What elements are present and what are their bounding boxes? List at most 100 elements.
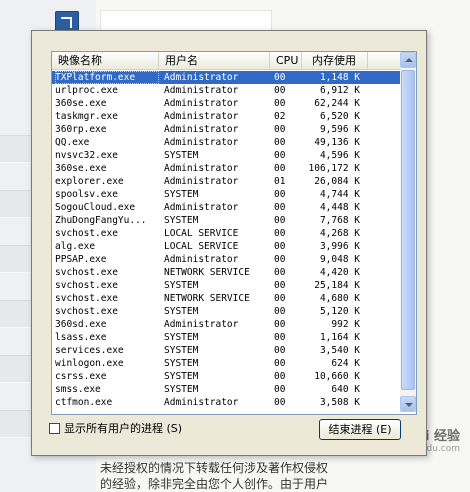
process-mem: 5,120 K: [319, 306, 360, 317]
process-cpu: 00: [274, 124, 286, 135]
process-row[interactable]: urlproc.exe Administrator 00 6,912 K: [52, 84, 400, 97]
process-cpu: 02: [274, 111, 286, 122]
process-cpu: 00: [274, 85, 286, 96]
process-row[interactable]: taskmgr.exe Administrator 02 6,520 K: [52, 110, 400, 123]
process-mem: 7,768 K: [319, 215, 360, 226]
process-mem: 1,148 K: [319, 72, 360, 83]
process-row[interactable]: csrss.exe SYSTEM 00 10,660 K: [52, 370, 400, 383]
process-row[interactable]: 360sd.exe Administrator 00 992 K: [52, 318, 400, 331]
process-mem: 4,596 K: [319, 150, 360, 161]
task-manager-window: 映像名称 用户名 CPU 内存使用 TXPlatform.exe Administ…: [31, 30, 427, 456]
process-row[interactable]: svchost.exe SYSTEM 00 25,184 K: [52, 279, 400, 292]
process-mem: 992 K: [331, 319, 360, 330]
process-name: csrss.exe: [55, 371, 107, 382]
process-user: LOCAL SERVICE: [164, 228, 239, 239]
show-all-users-option[interactable]: 显示所有用户的进程 (S): [49, 422, 182, 436]
process-cpu: 00: [274, 137, 286, 148]
process-row[interactable]: 360rp.exe Administrator 00 9,596 K: [52, 123, 400, 136]
process-cpu: 00: [274, 72, 286, 83]
process-name: svchost.exe: [55, 228, 118, 239]
process-cpu: 00: [274, 254, 286, 265]
process-row[interactable]: 360se.exe Administrator 00 62,244 K: [52, 97, 400, 110]
process-name: spoolsv.exe: [55, 189, 118, 200]
process-cpu: 00: [274, 371, 286, 382]
process-user: SYSTEM: [164, 345, 199, 356]
process-user: Administrator: [164, 319, 239, 330]
scroll-down-arrow-icon[interactable]: [400, 396, 416, 412]
process-row[interactable]: lsass.exe SYSTEM 00 1,164 K: [52, 331, 400, 344]
process-cpu: 01: [274, 176, 286, 187]
process-user: LOCAL SERVICE: [164, 241, 239, 252]
column-header-user-name[interactable]: 用户名: [159, 52, 270, 69]
process-user: Administrator: [164, 137, 239, 148]
process-mem: 624 K: [331, 358, 360, 369]
process-row[interactable]: alg.exe LOCAL SERVICE 00 3,996 K: [52, 240, 400, 253]
process-user: NETWORK SERVICE: [164, 267, 250, 278]
process-cpu: 00: [274, 293, 286, 304]
process-row[interactable]: svchost.exe SYSTEM 00 5,120 K: [52, 305, 400, 318]
column-header-cpu[interactable]: CPU: [270, 52, 302, 69]
end-process-button[interactable]: 结束进程 (E): [319, 419, 401, 440]
process-name: alg.exe: [55, 241, 96, 252]
process-mem: 4,448 K: [319, 202, 360, 213]
scrollbar-thumb[interactable]: [401, 70, 415, 390]
process-row[interactable]: svchost.exe NETWORK SERVICE 00 4,680 K: [52, 292, 400, 305]
process-row[interactable]: winlogon.exe SYSTEM 00 624 K: [52, 357, 400, 370]
process-cpu: 00: [274, 358, 286, 369]
process-name: ZhuDongFangYu...: [55, 215, 147, 226]
process-user: Administrator: [164, 111, 239, 122]
process-row[interactable]: smss.exe SYSTEM 00 640 K: [52, 383, 400, 396]
scroll-up-arrow-icon[interactable]: [400, 52, 416, 68]
vertical-scrollbar[interactable]: [400, 52, 416, 412]
process-mem: 6,912 K: [319, 85, 360, 96]
process-list[interactable]: 映像名称 用户名 CPU 内存使用 TXPlatform.exe Administ…: [51, 51, 417, 415]
process-row[interactable]: TXPlatform.exe Administrator 00 1,148 K: [52, 71, 400, 84]
process-name: svchost.exe: [55, 306, 118, 317]
process-name: taskmgr.exe: [55, 111, 118, 122]
process-cpu: 00: [274, 189, 286, 200]
process-cpu: 00: [274, 241, 286, 252]
process-user: Administrator: [164, 254, 239, 265]
process-name: 360se.exe: [55, 98, 107, 109]
process-name: 360sd.exe: [55, 319, 107, 330]
process-row[interactable]: nvsvc32.exe SYSTEM 00 4,596 K: [52, 149, 400, 162]
process-name: winlogon.exe: [55, 358, 124, 369]
process-mem: 10,660 K: [314, 371, 360, 382]
process-name: svchost.exe: [55, 267, 118, 278]
process-name: ctfmon.exe: [55, 397, 113, 408]
process-row[interactable]: svchost.exe NETWORK SERVICE 00 4,420 K: [52, 266, 400, 279]
process-row[interactable]: SogouCloud.exe Administrator 00 4,448 K: [52, 201, 400, 214]
process-row[interactable]: services.exe SYSTEM 00 3,540 K: [52, 344, 400, 357]
process-cpu: 00: [274, 397, 286, 408]
process-mem: 4,420 K: [319, 267, 360, 278]
process-row[interactable]: 360se.exe Administrator 00 106,172 K: [52, 162, 400, 175]
show-all-users-checkbox[interactable]: [49, 423, 60, 434]
process-mem: 3,540 K: [319, 345, 360, 356]
process-rows: TXPlatform.exe Administrator 00 1,148 Kurlp…: [52, 71, 400, 409]
process-mem: 640 K: [331, 384, 360, 395]
process-name: TXPlatform.exe: [55, 71, 159, 84]
process-cpu: 00: [274, 228, 286, 239]
process-list-header: 映像名称 用户名 CPU 内存使用: [52, 52, 400, 70]
process-user: Administrator: [164, 85, 239, 96]
process-cpu: 00: [274, 267, 286, 278]
process-row[interactable]: explorer.exe Administrator 01 26,084 K: [52, 175, 400, 188]
process-row[interactable]: svchost.exe LOCAL SERVICE 00 4,268 K: [52, 227, 400, 240]
process-user: Administrator: [164, 163, 239, 174]
process-cpu: 00: [274, 306, 286, 317]
column-header-image-name[interactable]: 映像名称: [52, 52, 159, 69]
process-user: SYSTEM: [164, 306, 199, 317]
process-row[interactable]: ZhuDongFangYu... SYSTEM 00 7,768 K: [52, 214, 400, 227]
process-cpu: 00: [274, 150, 286, 161]
process-row[interactable]: ctfmon.exe Administrator 00 3,508 K: [52, 396, 400, 409]
process-row[interactable]: PPSAP.exe Administrator 00 9,048 K: [52, 253, 400, 266]
process-name: svchost.exe: [55, 280, 118, 291]
process-user: SYSTEM: [164, 384, 199, 395]
process-row[interactable]: QQ.exe Administrator 00 49,136 K: [52, 136, 400, 149]
process-mem: 4,680 K: [319, 293, 360, 304]
process-user: NETWORK SERVICE: [164, 293, 250, 304]
column-header-mem-usage[interactable]: 内存使用: [302, 52, 368, 69]
process-row[interactable]: spoolsv.exe SYSTEM 00 4,744 K: [52, 188, 400, 201]
process-name: 360se.exe: [55, 163, 107, 174]
process-name: lsass.exe: [55, 332, 107, 343]
